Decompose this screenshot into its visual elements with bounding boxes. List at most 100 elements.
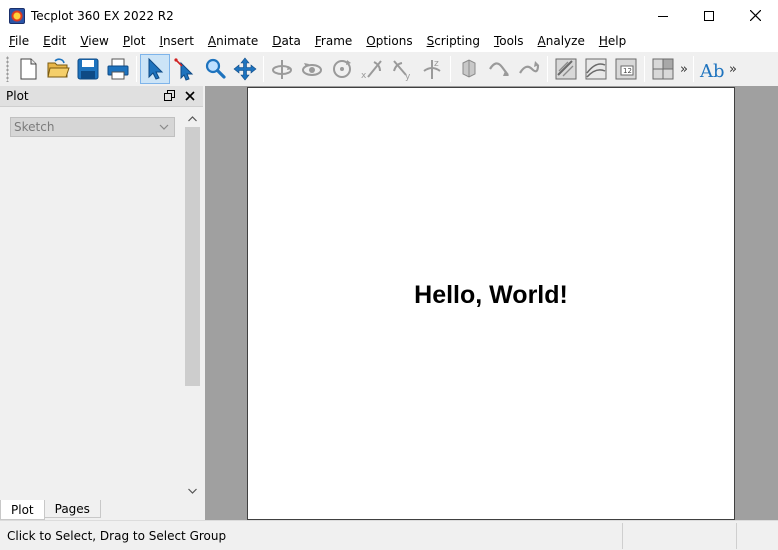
workspace-area[interactable]: Hello, World! bbox=[205, 86, 778, 520]
toolbar-separator bbox=[450, 56, 451, 82]
menu-file[interactable]: File bbox=[2, 31, 36, 52]
streamtrace-rake-icon bbox=[519, 61, 540, 74]
translate-tool-button[interactable] bbox=[230, 54, 260, 84]
move-arrows-icon bbox=[233, 57, 257, 81]
minimize-icon bbox=[658, 15, 668, 17]
scroll-down-button[interactable] bbox=[184, 482, 201, 499]
rotate-about-y-button[interactable]: y bbox=[387, 54, 417, 84]
save-disk-icon bbox=[77, 58, 99, 80]
text-tool-button[interactable]: Ab bbox=[697, 54, 727, 84]
frame-text-annotation[interactable]: Hello, World! bbox=[248, 281, 734, 310]
select-tool-button[interactable] bbox=[140, 54, 170, 84]
status-message: Click to Select, Drag to Select Group bbox=[7, 528, 227, 543]
zoom-tool-button[interactable] bbox=[200, 54, 230, 84]
status-cell-divider bbox=[622, 523, 623, 549]
toolbar-overflow-chevron[interactable]: » bbox=[727, 54, 739, 84]
scroll-up-button[interactable] bbox=[184, 110, 201, 127]
toolbar-separator bbox=[644, 56, 645, 82]
isosurface-button[interactable]: 12 bbox=[611, 54, 641, 84]
toolbar-separator bbox=[136, 56, 137, 82]
contour-label-button[interactable] bbox=[581, 54, 611, 84]
svg-text:x: x bbox=[361, 71, 367, 81]
text-ab-icon: Ab bbox=[699, 61, 725, 81]
rotate-about-x-button[interactable]: x bbox=[357, 54, 387, 84]
close-icon bbox=[749, 10, 761, 21]
menu-label: iew bbox=[88, 34, 109, 48]
scroll-thumb[interactable] bbox=[185, 127, 200, 386]
menu-label: nsert bbox=[163, 34, 194, 48]
probe-cube-icon bbox=[462, 59, 476, 78]
rotate-z-axis-icon: z bbox=[423, 59, 441, 79]
zone-effects-button[interactable] bbox=[648, 54, 678, 84]
status-bar: Click to Select, Drag to Select Group bbox=[0, 520, 778, 550]
minimize-button[interactable] bbox=[640, 0, 686, 31]
title-bar: Tecplot 360 EX 2022 R2 bbox=[0, 0, 778, 31]
menu-data[interactable]: Data bbox=[265, 31, 308, 52]
probe-tool-button[interactable] bbox=[454, 54, 484, 84]
maximize-button[interactable] bbox=[686, 0, 732, 31]
restore-window-icon[interactable] bbox=[163, 89, 177, 103]
menu-accelerator: H bbox=[598, 34, 608, 48]
menu-label: lot bbox=[130, 34, 146, 48]
menu-label: ata bbox=[281, 34, 301, 48]
adjustor-arrow-icon bbox=[174, 58, 194, 81]
menu-view[interactable]: View bbox=[73, 31, 115, 52]
menu-label: rame bbox=[320, 34, 353, 48]
menu-tools[interactable]: Tools bbox=[487, 31, 531, 52]
menu-edit[interactable]: Edit bbox=[36, 31, 73, 52]
menu-scripting[interactable]: Scripting bbox=[420, 31, 487, 52]
menu-label: nalyze bbox=[545, 34, 585, 48]
chevron-up-icon bbox=[188, 115, 197, 121]
tab-pages[interactable]: Pages bbox=[44, 500, 101, 518]
menu-help[interactable]: Help bbox=[592, 31, 633, 52]
rotate-y-axis-icon: y bbox=[393, 60, 411, 81]
contour-lines-icon bbox=[585, 58, 607, 80]
sidebar-panel: Plot Sketch Plot Pages bbox=[0, 86, 203, 520]
rotate-rollerball-button[interactable] bbox=[297, 54, 327, 84]
slice-tool-button[interactable] bbox=[551, 54, 581, 84]
print-button[interactable] bbox=[103, 54, 133, 84]
menu-options[interactable]: Options bbox=[359, 31, 419, 52]
main-toolbar: x y z 12 » Ab » bbox=[0, 52, 778, 86]
new-layout-button[interactable] bbox=[13, 54, 43, 84]
menu-label: elp bbox=[607, 34, 627, 48]
streamtrace-rake-button[interactable] bbox=[514, 54, 544, 84]
plot-type-dropdown[interactable]: Sketch bbox=[10, 117, 175, 137]
rotate-spherical-button[interactable] bbox=[267, 54, 297, 84]
twist-rotate-icon bbox=[333, 60, 351, 78]
streamtrace-button[interactable] bbox=[484, 54, 514, 84]
save-layout-button[interactable] bbox=[73, 54, 103, 84]
panel-close-icon[interactable] bbox=[183, 89, 197, 103]
panel-scrollbar[interactable] bbox=[184, 110, 201, 499]
frame-paper[interactable]: Hello, World! bbox=[247, 87, 735, 520]
rotate-about-z-button[interactable]: z bbox=[417, 54, 447, 84]
menu-label: dit bbox=[50, 34, 67, 48]
open-layout-button[interactable] bbox=[43, 54, 73, 84]
menu-analyze[interactable]: Analyze bbox=[531, 31, 592, 52]
adjustor-tool-button[interactable] bbox=[170, 54, 200, 84]
tab-plot[interactable]: Plot bbox=[0, 500, 45, 520]
window-controls bbox=[640, 0, 778, 31]
isosurface-icon: 12 bbox=[615, 58, 637, 80]
toolbar-separator bbox=[547, 56, 548, 82]
menu-plot[interactable]: Plot bbox=[116, 31, 153, 52]
select-arrow-icon bbox=[148, 57, 164, 80]
menu-insert[interactable]: Insert bbox=[152, 31, 200, 52]
svg-text:12: 12 bbox=[623, 67, 632, 75]
menu-frame[interactable]: Frame bbox=[308, 31, 359, 52]
menu-accelerator: O bbox=[366, 34, 376, 48]
open-folder-icon bbox=[47, 58, 70, 78]
grid-zones-icon bbox=[652, 58, 674, 80]
toolbar-separator bbox=[693, 56, 694, 82]
close-button[interactable] bbox=[732, 0, 778, 31]
twist-rotate-button[interactable] bbox=[327, 54, 357, 84]
toolbar-grip[interactable] bbox=[6, 56, 9, 82]
menu-accelerator: A bbox=[207, 34, 217, 48]
rotate-spherical-icon bbox=[272, 60, 292, 79]
toolbar-overflow-chevron[interactable]: » bbox=[678, 54, 690, 84]
menu-animate[interactable]: Animate bbox=[201, 31, 265, 52]
menu-label: ools bbox=[499, 34, 524, 48]
streamtrace-icon bbox=[489, 62, 509, 76]
new-document-icon bbox=[20, 58, 37, 80]
text-tool-label: Ab bbox=[699, 61, 725, 81]
